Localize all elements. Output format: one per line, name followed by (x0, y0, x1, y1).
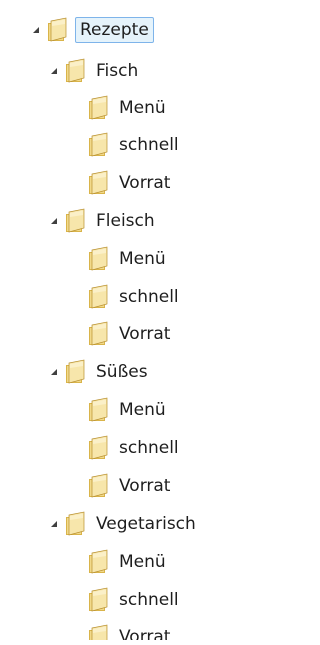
folder-icon (89, 284, 108, 309)
tree-label[interactable]: schnell (116, 132, 182, 158)
folder-icon (48, 17, 67, 42)
folder-icon (89, 549, 108, 574)
tree-node-leaf[interactable]: schnell (88, 433, 182, 463)
expanded-triangle-icon[interactable] (49, 66, 59, 76)
tree-node-fleisch[interactable]: Fleisch (49, 206, 158, 236)
folder-icon (89, 435, 108, 460)
expanded-triangle-icon[interactable] (31, 25, 41, 35)
folder-icon (66, 511, 85, 536)
folder-icon (89, 132, 108, 157)
expanded-triangle-icon[interactable] (49, 367, 59, 377)
tree-label[interactable]: Vorrat (116, 170, 173, 196)
folder-icon (89, 246, 108, 271)
folder-icon (89, 321, 108, 346)
expanded-triangle-icon[interactable] (49, 216, 59, 226)
tree-label[interactable]: Menü (116, 549, 169, 575)
tree-label[interactable]: Fisch (93, 58, 141, 84)
tree-label[interactable]: schnell (116, 587, 182, 613)
folder-icon (89, 95, 108, 120)
tree-node-leaf[interactable]: Menü (88, 244, 169, 274)
tree-label[interactable]: Menü (116, 397, 169, 423)
folder-icon (89, 397, 108, 422)
tree-label[interactable]: Menü (116, 246, 169, 272)
folder-icon (66, 58, 85, 83)
tree-node-vegetarisch[interactable]: Vegetarisch (49, 509, 199, 539)
tree-label[interactable]: schnell (116, 284, 182, 310)
tree-label[interactable]: Menü (116, 95, 169, 121)
tree-node-leaf[interactable]: schnell (88, 130, 182, 160)
folder-icon (66, 359, 85, 384)
tree-label[interactable]: Fleisch (93, 208, 158, 234)
folder-tree: Rezepte Fisch Menü schnell Vorrat Fleisc… (0, 0, 278, 645)
folder-icon (89, 587, 108, 612)
tree-label[interactable]: Süßes (93, 359, 151, 385)
expanded-triangle-icon[interactable] (49, 519, 59, 529)
tree-node-leaf[interactable]: Vorrat (88, 168, 173, 198)
tree-node-leaf[interactable]: Vorrat (88, 471, 173, 501)
tree-node-rezepte[interactable]: Rezepte (31, 15, 154, 45)
folder-icon (89, 170, 108, 195)
tree-label[interactable]: Vorrat (116, 321, 173, 347)
tree-node-leaf[interactable]: Menü (88, 395, 169, 425)
tree-node-suesses[interactable]: Süßes (49, 357, 151, 387)
tree-label[interactable]: Vegetarisch (93, 511, 199, 537)
tree-node-leaf[interactable]: schnell (88, 282, 182, 312)
tree-node-leaf[interactable]: schnell (88, 585, 182, 615)
tree-label[interactable]: Rezepte (75, 17, 154, 43)
tree-label[interactable]: Vorrat (116, 473, 173, 499)
scroll-clip-edge (0, 640, 278, 645)
tree-node-leaf[interactable]: Menü (88, 93, 169, 123)
folder-icon (89, 473, 108, 498)
folder-icon (66, 208, 85, 233)
tree-label[interactable]: schnell (116, 435, 182, 461)
tree-node-fisch[interactable]: Fisch (49, 56, 141, 86)
tree-node-leaf[interactable]: Vorrat (88, 319, 173, 349)
tree-node-leaf[interactable]: Menü (88, 547, 169, 577)
